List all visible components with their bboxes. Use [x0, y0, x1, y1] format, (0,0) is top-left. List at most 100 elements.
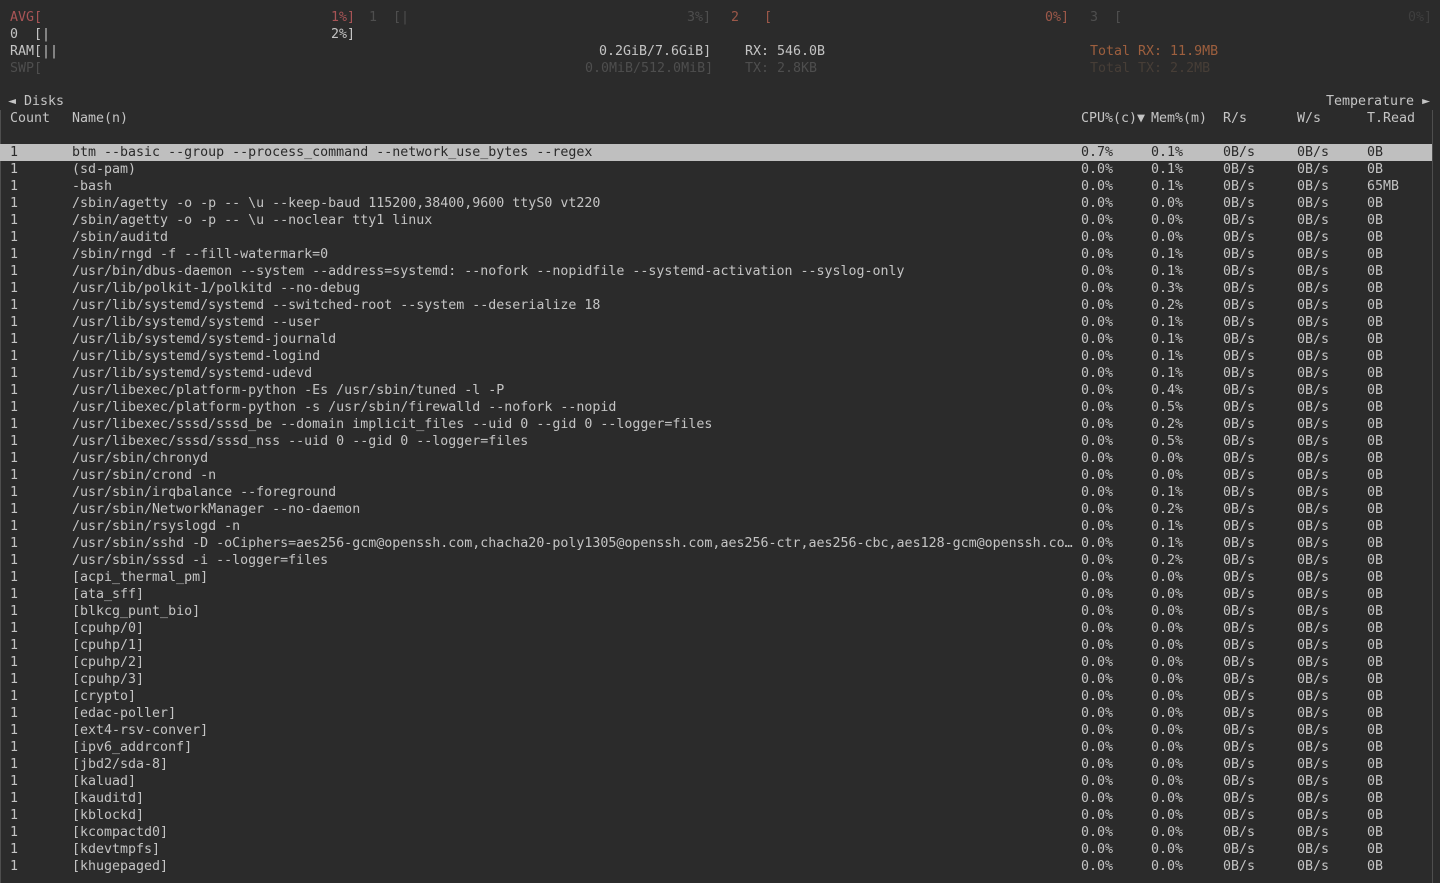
process-row[interactable]: 1-bash0.0%0.1%0B/s0B/s65MB: [0, 178, 1432, 195]
process-row[interactable]: 1/usr/bin/dbus-daemon --system --address…: [0, 263, 1432, 280]
process-rs: 0B/s: [1223, 144, 1255, 161]
process-count: 1: [10, 535, 18, 552]
process-mem: 0.2%: [1151, 297, 1183, 314]
process-tread: 0B: [1367, 246, 1383, 263]
process-row[interactable]: 1[cpuhp/3]0.0%0.0%0B/s0B/s0B: [0, 671, 1432, 688]
process-row[interactable]: 1[khugepaged]0.0%0.0%0B/s0B/s0B: [0, 858, 1432, 875]
process-ws: 0B/s: [1297, 484, 1329, 501]
process-tread: 0B: [1367, 212, 1383, 229]
process-rs: 0B/s: [1223, 688, 1255, 705]
process-row[interactable]: 1[cpuhp/2]0.0%0.0%0B/s0B/s0B: [0, 654, 1432, 671]
process-ws: 0B/s: [1297, 722, 1329, 739]
process-tread: 0B: [1367, 450, 1383, 467]
process-row[interactable]: 1[kcompactd0]0.0%0.0%0B/s0B/s0B: [0, 824, 1432, 841]
process-row[interactable]: 1[crypto]0.0%0.0%0B/s0B/s0B: [0, 688, 1432, 705]
process-row[interactable]: 1/usr/lib/systemd/systemd-udevd0.0%0.1%0…: [0, 365, 1432, 382]
column-header-rs[interactable]: R/s: [1223, 110, 1247, 127]
column-header-tread[interactable]: T.Read: [1367, 110, 1415, 127]
process-row[interactable]: 1[ata_sff]0.0%0.0%0B/s0B/s0B: [0, 586, 1432, 603]
column-header-cpu[interactable]: CPU%(c)▼: [1081, 110, 1145, 127]
process-row[interactable]: 1/sbin/agetty -o -p -- \u --noclear tty1…: [0, 212, 1432, 229]
tab-temperature[interactable]: Temperature ►: [1326, 93, 1430, 110]
process-row[interactable]: 1[blkcg_punt_bio]0.0%0.0%0B/s0B/s0B: [0, 603, 1432, 620]
process-tread: 0B: [1367, 501, 1383, 518]
tab-disks[interactable]: ◄ Disks: [8, 93, 64, 110]
process-row[interactable]: 1/usr/lib/systemd/systemd-logind0.0%0.1%…: [0, 348, 1432, 365]
process-row[interactable]: 1(sd-pam)0.0%0.1%0B/s0B/s0B: [0, 161, 1432, 178]
process-name: [edac-poller]: [72, 705, 176, 722]
process-row[interactable]: 1/usr/lib/systemd/systemd --switched-roo…: [0, 297, 1432, 314]
process-row[interactable]: 1/usr/libexec/sssd/sssd_be --domain impl…: [0, 416, 1432, 433]
process-row[interactable]: 1/usr/sbin/crond -n0.0%0.0%0B/s0B/s0B: [0, 467, 1432, 484]
process-row[interactable]: 1[cpuhp/1]0.0%0.0%0B/s0B/s0B: [0, 637, 1432, 654]
process-row[interactable]: 1/usr/sbin/sssd -i --logger=files0.0%0.2…: [0, 552, 1432, 569]
process-cpu: 0.0%: [1081, 501, 1113, 518]
process-row[interactable]: 1/usr/lib/polkit-1/polkitd --no-debug0.0…: [0, 280, 1432, 297]
process-ws: 0B/s: [1297, 654, 1329, 671]
process-cpu: 0.0%: [1081, 688, 1113, 705]
process-rs: 0B/s: [1223, 637, 1255, 654]
process-ws: 0B/s: [1297, 773, 1329, 790]
process-name: [cpuhp/3]: [72, 671, 144, 688]
process-row[interactable]: 1/usr/sbin/rsyslogd -n0.0%0.1%0B/s0B/s0B: [0, 518, 1432, 535]
process-row[interactable]: 1[cpuhp/0]0.0%0.0%0B/s0B/s0B: [0, 620, 1432, 637]
process-ws: 0B/s: [1297, 518, 1329, 535]
process-ws: 0B/s: [1297, 212, 1329, 229]
process-tread: 0B: [1367, 688, 1383, 705]
process-tread: 0B: [1367, 807, 1383, 824]
process-name: /usr/lib/systemd/systemd --user: [72, 314, 320, 331]
process-mem: 0.0%: [1151, 824, 1183, 841]
process-cpu: 0.0%: [1081, 671, 1113, 688]
process-row[interactable]: 1[kaluad]0.0%0.0%0B/s0B/s0B: [0, 773, 1432, 790]
process-row[interactable]: 1/usr/libexec/sssd/sssd_nss --uid 0 --gi…: [0, 433, 1432, 450]
process-tread: 0B: [1367, 280, 1383, 297]
process-ws: 0B/s: [1297, 297, 1329, 314]
process-row[interactable]: 1/usr/lib/systemd/systemd --user0.0%0.1%…: [0, 314, 1432, 331]
process-row[interactable]: 1[acpi_thermal_pm]0.0%0.0%0B/s0B/s0B: [0, 569, 1432, 586]
process-tread: 0B: [1367, 484, 1383, 501]
process-rs: 0B/s: [1223, 586, 1255, 603]
process-row[interactable]: 1[edac-poller]0.0%0.0%0B/s0B/s0B: [0, 705, 1432, 722]
process-row[interactable]: 1/usr/sbin/chronyd0.0%0.0%0B/s0B/s0B: [0, 450, 1432, 467]
process-mem: 0.0%: [1151, 807, 1183, 824]
process-tread: 0B: [1367, 365, 1383, 382]
process-name: /usr/sbin/irqbalance --foreground: [72, 484, 336, 501]
process-row[interactable]: 1[kdevtmpfs]0.0%0.0%0B/s0B/s0B: [0, 841, 1432, 858]
column-header-ws[interactable]: W/s: [1297, 110, 1321, 127]
process-count: 1: [10, 671, 18, 688]
process-row[interactable]: 1/usr/libexec/platform-python -s /usr/sb…: [0, 399, 1432, 416]
process-mem: 0.1%: [1151, 484, 1183, 501]
cpu2-value: 0%]: [1045, 9, 1069, 26]
process-row[interactable]: 1/usr/sbin/sshd -D -oCiphers=aes256-gcm@…: [0, 535, 1432, 552]
process-count: 1: [10, 280, 18, 297]
cpu3-label: 3: [1090, 9, 1098, 26]
column-header-mem[interactable]: Mem%(m): [1151, 110, 1207, 127]
process-name: [cpuhp/0]: [72, 620, 144, 637]
process-ws: 0B/s: [1297, 552, 1329, 569]
process-ws: 0B/s: [1297, 331, 1329, 348]
process-mem: 0.0%: [1151, 620, 1183, 637]
process-row[interactable]: 1[kauditd]0.0%0.0%0B/s0B/s0B: [0, 790, 1432, 807]
cpu0-value: 2%]: [331, 26, 355, 43]
process-row[interactable]: 1/sbin/rngd -f --fill-watermark=00.0%0.1…: [0, 246, 1432, 263]
process-row[interactable]: 1[jbd2/sda-8]0.0%0.0%0B/s0B/s0B: [0, 756, 1432, 773]
process-row[interactable]: 1/usr/sbin/NetworkManager --no-daemon0.0…: [0, 501, 1432, 518]
process-row[interactable]: 1/sbin/auditd0.0%0.0%0B/s0B/s0B: [0, 229, 1432, 246]
process-cpu: 0.0%: [1081, 484, 1113, 501]
process-row[interactable]: 1/usr/sbin/irqbalance --foreground0.0%0.…: [0, 484, 1432, 501]
column-header-name[interactable]: Name(n): [72, 110, 128, 127]
ram-gauge-label: RAM[||: [10, 43, 58, 60]
process-mem: 0.0%: [1151, 858, 1183, 875]
process-row[interactable]: 1[ipv6_addrconf]0.0%0.0%0B/s0B/s0B: [0, 739, 1432, 756]
process-ws: 0B/s: [1297, 433, 1329, 450]
process-row[interactable]: 1[kblockd]0.0%0.0%0B/s0B/s0B: [0, 807, 1432, 824]
process-row[interactable]: 1/sbin/agetty -o -p -- \u --keep-baud 11…: [0, 195, 1432, 212]
process-row[interactable]: 1btm --basic --group --process_command -…: [0, 144, 1432, 161]
column-header-count[interactable]: Count: [10, 110, 50, 127]
process-row[interactable]: 1/usr/libexec/platform-python -Es /usr/s…: [0, 382, 1432, 399]
process-mem: 0.4%: [1151, 382, 1183, 399]
process-count: 1: [10, 603, 18, 620]
process-name: [kcompactd0]: [72, 824, 168, 841]
process-row[interactable]: 1/usr/lib/systemd/systemd-journald0.0%0.…: [0, 331, 1432, 348]
process-row[interactable]: 1[ext4-rsv-conver]0.0%0.0%0B/s0B/s0B: [0, 722, 1432, 739]
